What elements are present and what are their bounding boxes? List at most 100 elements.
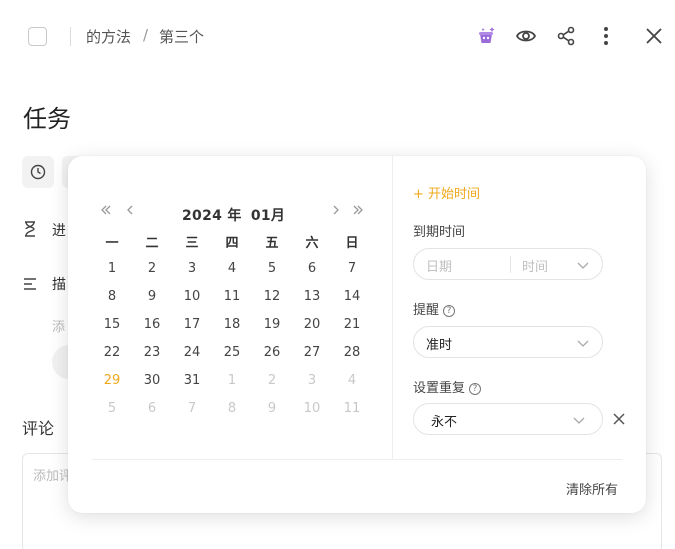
calendar-day[interactable]: 2	[132, 261, 172, 276]
task-complete-checkbox[interactable]	[28, 27, 47, 46]
calendar-day[interactable]: 7	[172, 401, 212, 416]
calendar-day[interactable]: 3	[292, 373, 332, 388]
reminder-value: 准时	[426, 338, 453, 353]
calendar-day[interactable]: 1	[212, 373, 252, 388]
chevron-down-icon	[573, 417, 585, 424]
page-title[interactable]: 任务	[23, 99, 71, 134]
calendar-day[interactable]: 17	[172, 317, 212, 332]
calendar-day[interactable]: 10	[172, 289, 212, 304]
calendar-day[interactable]: 28	[332, 345, 372, 360]
calendar-day[interactable]: 15	[92, 317, 132, 332]
chevron-down-icon	[577, 340, 589, 347]
calendar-day[interactable]: 5	[92, 401, 132, 416]
calendar-day[interactable]: 18	[212, 317, 252, 332]
weekday-header: 三	[185, 236, 199, 251]
add-start-time-button[interactable]: + 开始时间	[413, 183, 480, 202]
prev-year-button[interactable]	[100, 204, 112, 220]
calendar-day[interactable]: 25	[212, 345, 252, 360]
time-placeholder[interactable]: 时间	[522, 256, 548, 275]
weekday-header: 六	[305, 236, 319, 251]
repeat-label-text: 设置重复	[413, 381, 466, 396]
calendar-day[interactable]: 9	[252, 401, 292, 416]
hourglass-icon	[22, 221, 38, 237]
calendar-day[interactable]: 22	[92, 345, 132, 360]
due-time-label: 到期时间	[413, 225, 466, 240]
chevron-right-icon	[333, 205, 339, 215]
calendar-day[interactable]: 9	[132, 289, 172, 304]
calendar-day[interactable]: 21	[332, 317, 372, 332]
calendar-day[interactable]: 16	[132, 317, 172, 332]
calendar-day[interactable]: 11	[332, 401, 372, 416]
date-picker-popover: 2024 年 01月 一二三四五六日 1 2 3 4 5 6 7 8 9 10 11 12 13 14 15 1…	[68, 156, 646, 513]
field-divider	[510, 256, 511, 273]
double-chevron-right-icon	[353, 205, 363, 215]
more-options-button[interactable]	[592, 22, 620, 50]
repeat-value: 永不	[431, 415, 458, 430]
close-button[interactable]	[640, 22, 668, 50]
popover-divider	[392, 156, 393, 459]
calendar-day[interactable]: 10	[292, 401, 332, 416]
calendar-title[interactable]: 2024 年 01月	[182, 205, 289, 225]
task-header: 的方法 / 第三个	[0, 0, 675, 72]
calendar-day[interactable]: 24	[172, 345, 212, 360]
progress-label: 进	[52, 223, 66, 239]
calendar-day[interactable]: 23	[132, 345, 172, 360]
calendar-day[interactable]: 20	[292, 317, 332, 332]
close-icon	[646, 28, 662, 44]
eye-icon	[515, 30, 537, 42]
clear-all-button[interactable]: 清除所有	[566, 479, 618, 498]
calendar-day[interactable]: 13	[292, 289, 332, 304]
help-icon[interactable]: ?	[443, 305, 456, 317]
calendar-day[interactable]: 6	[292, 261, 332, 276]
popover-footer-divider	[92, 459, 622, 460]
repeat-select[interactable]: 永不	[413, 403, 603, 435]
calendar-day[interactable]: 2	[252, 373, 292, 388]
calendar-day-today[interactable]: 29	[92, 373, 132, 388]
weekday-header: 四	[225, 236, 239, 251]
calendar-day[interactable]: 11	[212, 289, 252, 304]
repeat-label: 设置重复?	[413, 377, 482, 396]
calendar-month[interactable]: 01月	[251, 208, 285, 224]
weekday-header: 五	[265, 236, 279, 251]
weekday-header: 一	[105, 236, 119, 251]
time-chip[interactable]	[22, 156, 54, 188]
calendar-day[interactable]: 19	[252, 317, 292, 332]
share-button[interactable]	[552, 22, 580, 50]
breadcrumb-parent[interactable]: 的方法	[86, 26, 131, 47]
weekday-header: 二	[145, 236, 159, 251]
reminder-label-text: 提醒	[413, 303, 440, 318]
calendar-day[interactable]: 7	[332, 261, 372, 276]
share-icon	[557, 26, 575, 46]
description-label: 描	[52, 277, 66, 293]
clear-repeat-button[interactable]	[612, 411, 626, 430]
ai-assistant-button[interactable]	[472, 22, 500, 50]
calendar-day[interactable]: 1	[92, 261, 132, 276]
add-description-placeholder[interactable]: 添	[52, 316, 65, 335]
calendar-day[interactable]: 26	[252, 345, 292, 360]
clock-icon	[30, 164, 46, 180]
calendar-day[interactable]: 12	[252, 289, 292, 304]
calendar-day[interactable]: 31	[172, 373, 212, 388]
calendar-day[interactable]: 14	[332, 289, 372, 304]
due-date-time-field[interactable]: 日期 时间	[413, 248, 603, 280]
next-year-button[interactable]	[352, 204, 364, 220]
calendar-day[interactable]: 4	[212, 261, 252, 276]
prev-month-button[interactable]	[124, 204, 136, 220]
close-icon	[613, 413, 625, 425]
watch-button[interactable]	[512, 22, 540, 50]
calendar-day[interactable]: 8	[212, 401, 252, 416]
calendar-day[interactable]: 6	[132, 401, 172, 416]
calendar-day[interactable]: 5	[252, 261, 292, 276]
calendar-day[interactable]: 4	[332, 373, 372, 388]
reminder-select[interactable]: 准时	[413, 326, 603, 358]
help-icon[interactable]: ?	[469, 383, 482, 395]
calendar-day[interactable]: 30	[132, 373, 172, 388]
calendar-day[interactable]: 3	[172, 261, 212, 276]
calendar-day[interactable]: 27	[292, 345, 332, 360]
calendar-day[interactable]: 8	[92, 289, 132, 304]
breadcrumb-separator: /	[143, 26, 149, 44]
calendar-year[interactable]: 2024 年	[182, 208, 242, 224]
next-month-button[interactable]	[330, 204, 342, 220]
breadcrumb-current[interactable]: 第三个	[159, 26, 204, 47]
date-placeholder[interactable]: 日期	[426, 256, 452, 275]
